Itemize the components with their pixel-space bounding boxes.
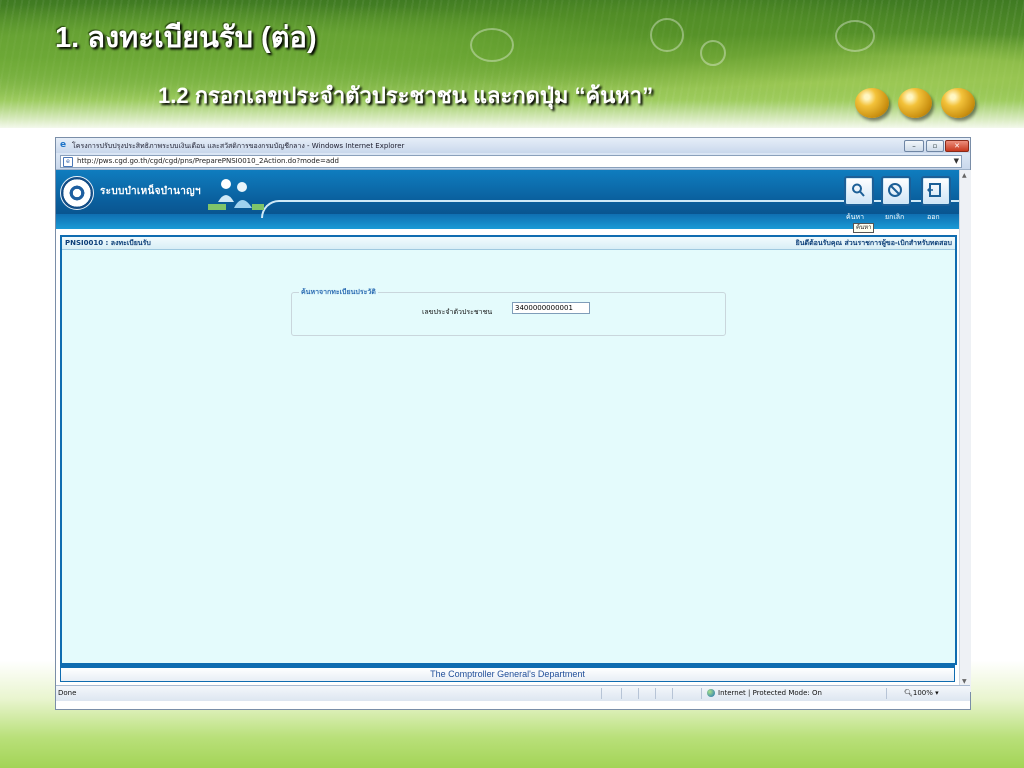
minimize-button[interactable]: – [904,140,924,152]
close-button[interactable]: ✕ [945,140,969,152]
decorative-bubble [835,20,875,52]
security-zone: Internet | Protected Mode: On [707,689,822,697]
footer-text: The Comptroller General's Department [430,669,585,679]
exit-button-label: ออก [927,213,940,221]
decorative-bubble [700,40,726,66]
maximize-button[interactable]: ▫ [926,140,944,152]
zoom-level: 100% [912,689,933,697]
address-bar: e http://pws.cgd.go.th/cgd/cgd/pns/Prepa… [56,153,970,170]
slide-subtitle: 1.2 กรอกเลขประจำตัวประชาชน และกดปุ่ม “ค้… [158,83,654,108]
scroll-down-icon[interactable]: ▼ [962,678,967,685]
zoom-control[interactable]: 🔍︎100% ▾ [904,689,939,697]
search-legend: ค้นหาจากทะเบียนประวัติ [299,287,378,298]
status-divider [621,688,622,699]
cancel-button-label: ยกเลิก [885,213,905,221]
status-divider [886,688,887,699]
address-url: http://pws.cgd.go.th/cgd/cgd/pns/Prepare… [77,157,339,165]
search-button-label: ค้นหา [846,213,865,221]
ie-logo-icon: e [60,140,67,150]
cancel-icon [888,183,902,197]
cgd-logo-icon [60,176,94,210]
search-icon [852,183,865,197]
decorative-bubble [650,18,684,52]
status-divider [701,688,702,699]
browser-window-title: โครงการปรับปรุงประสิทธิภาพระบบเงินเดือน … [72,142,405,150]
slide-title: 1. ลงทะเบียนรับ (ต่อ) [55,22,317,54]
status-text: Done [58,689,77,697]
security-zone-text: Internet | Protected Mode: On [718,689,822,697]
zoom-icon: 🔍︎ [904,689,913,697]
exit-button[interactable] [921,176,951,206]
browser-title-bar: e โครงการปรับปรุงประสิทธิภาพระบบเงินเดือ… [56,138,970,153]
search-fieldset: ค้นหาจากทะเบียนประวัติ เลขประจำตัวประชาช… [291,287,726,336]
status-divider [638,688,639,699]
citizen-id-label: เลขประจำตัวประชาชน [422,308,493,316]
app-header: ระบบบำเหน็จบำนาญฯ ค้นหา ยกเลิก ออก [56,170,959,229]
screen-id: PNSI0010 : ลงทะเบียนรับ [65,239,151,247]
content-panel: PNSI0010 : ลงทะเบียนรับ ยินดีต้อนรับคุณ … [60,235,957,665]
page-icon: e [63,157,73,167]
panel-header: PNSI0010 : ลงทะเบียนรับ ยินดีต้อนรับคุณ … [62,237,955,250]
address-field[interactable]: e http://pws.cgd.go.th/cgd/cgd/pns/Prepa… [60,155,962,168]
app-footer: The Comptroller General's Department [60,665,955,682]
citizen-id-input[interactable] [512,302,590,314]
exit-door-icon [927,183,941,197]
status-bar: Done Internet | Protected Mode: On 🔍︎100… [56,685,970,701]
gold-ball-icon [941,88,975,118]
status-divider [672,688,673,699]
vertical-scrollbar[interactable]: ▲ ▼ [959,170,971,692]
decorative-bubble [470,28,514,62]
globe-icon [707,689,715,697]
people-illustration-icon [208,179,264,210]
gold-ball-icon [855,88,889,118]
chevron-down-icon[interactable]: ▼ [954,157,959,165]
welcome-text: ยินดีต้อนรับคุณ ส่วนราชการผู้ขอ-เบิกสำหร… [795,239,952,247]
browser-window: e โครงการปรับปรุงประสิทธิภาพระบบเงินเดือ… [55,137,971,710]
scroll-up-icon[interactable]: ▲ [962,172,967,179]
cancel-button[interactable] [881,176,911,206]
system-name: ระบบบำเหน็จบำนาญฯ [100,186,201,197]
search-button[interactable] [844,176,874,206]
gold-ball-icon [898,88,932,118]
search-tooltip: ค้นหา [853,223,875,233]
status-divider [601,688,602,699]
status-divider [655,688,656,699]
